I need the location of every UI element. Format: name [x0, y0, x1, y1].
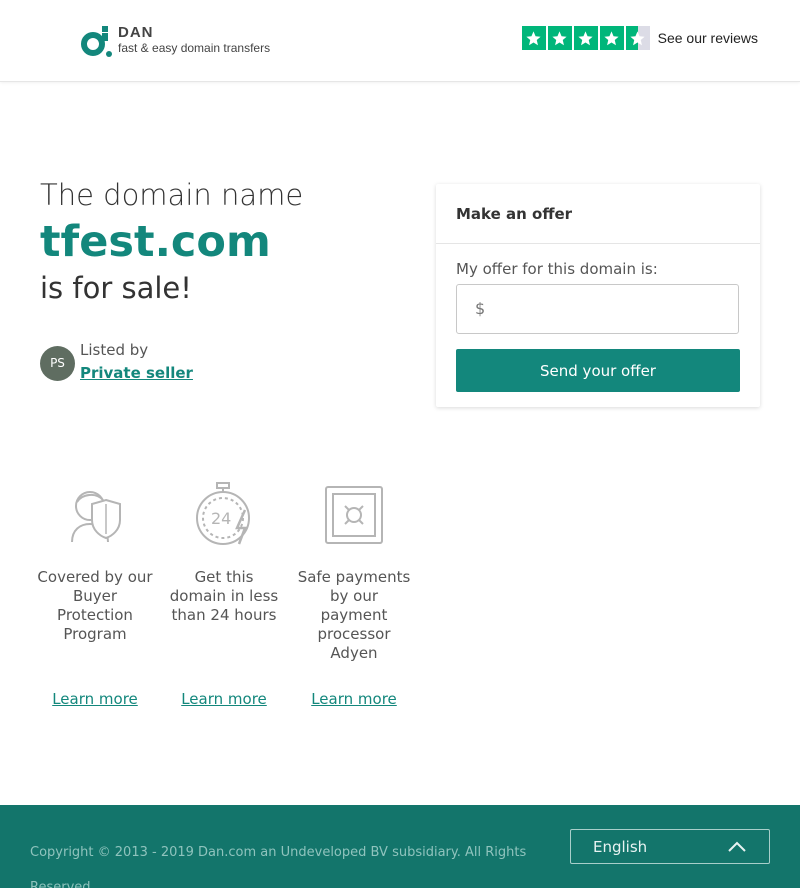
logo-name: DAN — [118, 24, 154, 41]
safe-icon — [325, 486, 383, 544]
hero-for-sale: is for sale! — [40, 271, 192, 305]
language-select[interactable]: English — [570, 829, 770, 864]
chevron-up-icon — [728, 841, 746, 852]
domain-hero: The domain name tfest.com is for sale! — [40, 176, 303, 308]
domain-name: tfest.com — [40, 217, 271, 267]
feature-text: Get this domain in less than 24 hours — [169, 568, 279, 624]
copyright-text: Copyright © 2013 - 2019 Dan.com an Undev… — [30, 845, 527, 888]
feature-text: Covered by our Buyer Protection Program — [37, 568, 153, 643]
buyer-protection-icon — [71, 491, 121, 543]
logo-tagline: fast & easy domain transfers — [118, 41, 271, 55]
feature-text: Safe payments by our payment processor A… — [297, 568, 411, 662]
offer-field[interactable]: $ — [456, 284, 739, 334]
send-offer-button[interactable]: Send your offer — [456, 349, 740, 392]
stopwatch-24-icon: 24 — [196, 482, 250, 545]
learn-more-link[interactable]: Learn more — [295, 690, 413, 708]
seller-avatar: PS — [40, 345, 75, 381]
learn-more-link[interactable]: Learn more — [165, 690, 283, 708]
learn-more-link[interactable]: Learn more — [36, 690, 154, 708]
feature-buyer-protection: Covered by our Buyer Protection Program … — [36, 482, 154, 708]
star-icon — [599, 26, 624, 50]
star-icon — [547, 26, 572, 50]
currency-symbol: $ — [475, 299, 486, 318]
dan-logo-icon — [81, 26, 112, 57]
svg-text:24: 24 — [211, 509, 231, 528]
feature-fast-transfer: 24 Get this domain in less than 24 hours… — [165, 482, 283, 708]
star-icon — [573, 26, 598, 50]
feature-safe-payments: Safe payments by our payment processor A… — [295, 482, 413, 708]
site-header: DAN fast & easy domain transfers See our… — [0, 0, 800, 82]
listed-by-label: Listed by — [80, 341, 149, 359]
offer-amount-input[interactable] — [493, 286, 733, 332]
see-reviews-label: See our reviews — [657, 30, 758, 46]
offer-label: My offer for this domain is: — [456, 260, 658, 278]
site-footer: Copyright © 2013 - 2019 Dan.com an Undev… — [0, 805, 800, 888]
dan-logo[interactable]: DAN fast & easy domain transfers — [78, 23, 270, 57]
language-label: English — [593, 838, 648, 856]
offer-card: Make an offer My offer for this domain i… — [436, 184, 760, 407]
half-star-icon — [625, 26, 650, 50]
hero-intro: The domain name — [40, 178, 304, 212]
trustpilot-reviews-link[interactable]: See our reviews — [521, 26, 758, 50]
offer-title: Make an offer — [436, 184, 760, 244]
seller-info: PS Listed by Private seller — [40, 340, 193, 386]
rating-stars — [521, 26, 650, 50]
star-icon — [521, 26, 546, 50]
seller-link[interactable]: Private seller — [80, 360, 193, 386]
